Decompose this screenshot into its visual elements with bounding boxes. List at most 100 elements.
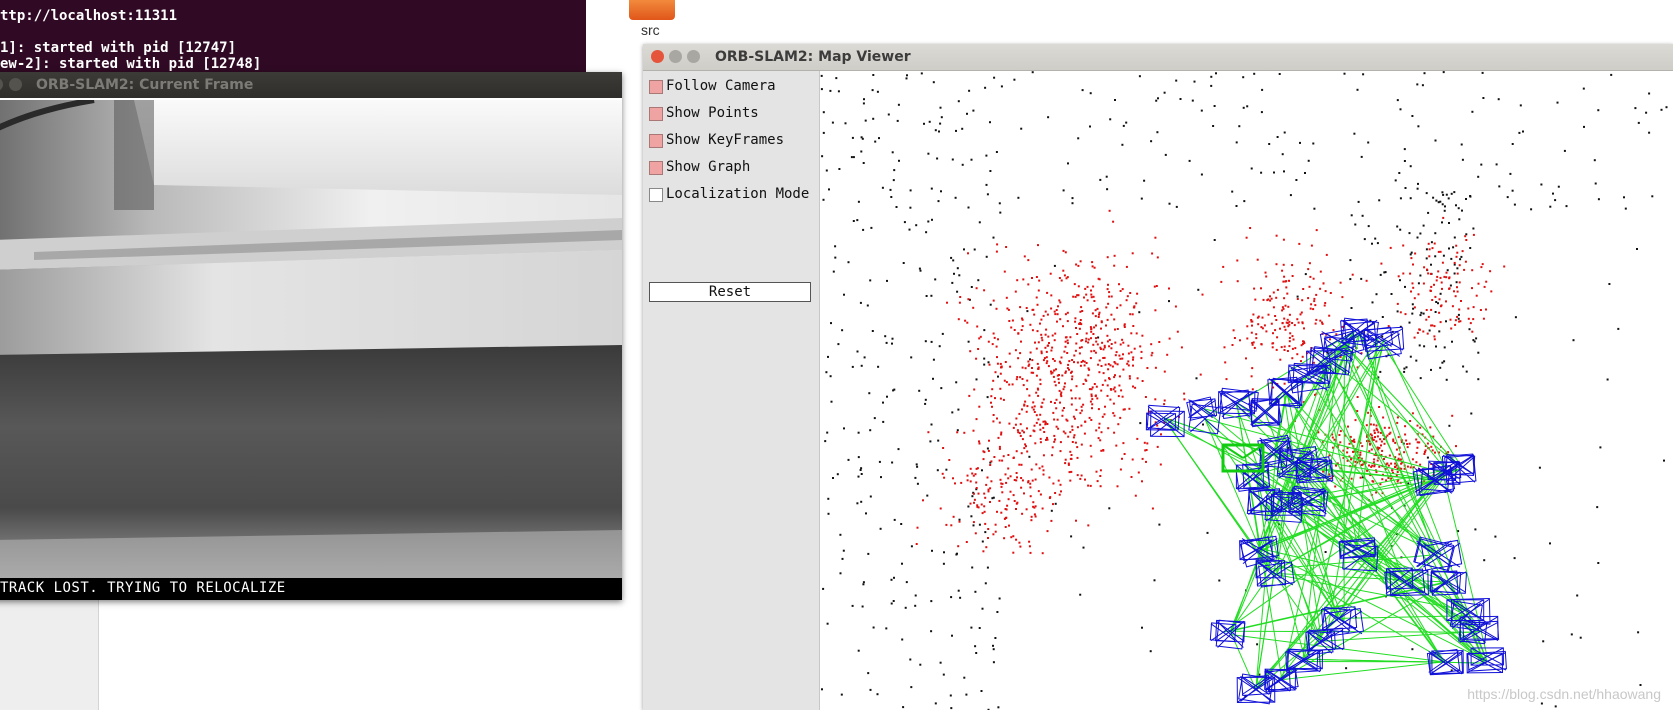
- map-point: [1498, 185, 1501, 188]
- map-point: [1048, 476, 1051, 479]
- map-point: [896, 119, 899, 122]
- map-point: [1395, 448, 1398, 451]
- map-point: [1059, 483, 1062, 486]
- map-point: [1041, 507, 1044, 510]
- map-point: [1037, 490, 1040, 493]
- map-point: [1023, 492, 1025, 495]
- map-point: [1593, 159, 1596, 162]
- reset-button[interactable]: Reset: [649, 282, 811, 302]
- map-point: [1299, 313, 1302, 316]
- map-point: [1416, 83, 1419, 86]
- map-point: [996, 510, 998, 513]
- checkbox-box[interactable]: [649, 188, 663, 202]
- map-point: [1448, 222, 1450, 224]
- map-point: [1168, 300, 1170, 303]
- graph-edge: [1382, 344, 1461, 466]
- map-point: [1442, 71, 1445, 74]
- map-point: [1450, 192, 1453, 195]
- map-point: [985, 183, 988, 186]
- map-point: [1069, 336, 1072, 339]
- map-point: [1378, 199, 1381, 202]
- folder-icon[interactable]: [629, 0, 675, 20]
- map-point: [1005, 246, 1008, 248]
- map-point: [1467, 317, 1470, 320]
- map-point: [1419, 314, 1422, 317]
- map-point: [1062, 325, 1064, 328]
- map-point: [1039, 428, 1042, 431]
- map-point: [1349, 259, 1352, 262]
- map-3d-canvas[interactable]: https://blog.csdn.net/hhaowang: [820, 71, 1673, 710]
- map-point: [852, 220, 855, 222]
- map-point: [983, 329, 986, 332]
- map-point: [1440, 281, 1443, 284]
- map-point: [1083, 364, 1086, 367]
- map-point: [1441, 203, 1444, 206]
- map-point: [1474, 528, 1477, 531]
- map-point: [1418, 441, 1421, 444]
- map-point: [872, 117, 875, 120]
- map-point: [1070, 370, 1073, 373]
- current-frame-titlebar[interactable]: ORB-SLAM2: Current Frame: [0, 72, 622, 98]
- map-point: [1403, 160, 1406, 162]
- map-point: [1530, 208, 1533, 211]
- map-point: [919, 269, 922, 272]
- checkbox-box[interactable]: [649, 107, 663, 121]
- map-point: [1140, 197, 1143, 200]
- map-point: [976, 504, 979, 507]
- map-point: [821, 155, 824, 158]
- map-point: [857, 475, 860, 478]
- map-point: [1271, 346, 1274, 349]
- map-point: [1250, 331, 1253, 334]
- map-point: [1090, 296, 1093, 299]
- close-icon[interactable]: [0, 78, 3, 91]
- map-point: [1056, 320, 1058, 323]
- folder-label[interactable]: src: [641, 22, 660, 38]
- map-point: [961, 127, 964, 130]
- map-point: [1303, 342, 1306, 345]
- map-point: [1090, 328, 1093, 331]
- map-point: [882, 420, 885, 423]
- map-point: [1062, 388, 1065, 391]
- map-point: [1262, 298, 1265, 301]
- checkbox-box[interactable]: [649, 161, 663, 175]
- map-point: [1030, 371, 1033, 374]
- map-point: [1058, 381, 1060, 384]
- map-point: [1146, 442, 1149, 445]
- checkbox-box[interactable]: [649, 134, 663, 148]
- map-point: [1394, 179, 1397, 182]
- map-point: [1461, 250, 1464, 253]
- map-point: [1242, 76, 1245, 79]
- map-point: [1057, 479, 1060, 482]
- minimize-icon[interactable]: [9, 78, 22, 91]
- map-point: [1459, 320, 1462, 323]
- map-point: [973, 498, 976, 501]
- map-point: [1511, 189, 1514, 192]
- map-point: [872, 74, 875, 76]
- map-point: [1426, 268, 1428, 271]
- close-icon[interactable]: [651, 50, 664, 63]
- map-point: [1074, 320, 1077, 323]
- map-point: [1044, 333, 1047, 336]
- map-point: [1456, 251, 1459, 254]
- map-point: [1557, 185, 1560, 188]
- map-point: [1062, 189, 1065, 192]
- map-point: [893, 169, 896, 172]
- map-point: [1055, 398, 1058, 401]
- map-point: [1431, 247, 1434, 250]
- map-point: [1007, 308, 1010, 311]
- maximize-icon[interactable]: [687, 50, 700, 63]
- minimize-icon[interactable]: [669, 50, 682, 63]
- map-point: [1050, 509, 1053, 512]
- map-point: [1098, 426, 1101, 429]
- map-point: [1460, 143, 1463, 146]
- map-point: [1109, 364, 1112, 367]
- map-point: [954, 482, 956, 485]
- map-point: [1324, 551, 1327, 553]
- map-point: [1183, 392, 1186, 395]
- map-point: [1425, 257, 1428, 260]
- map-point: [977, 506, 980, 509]
- checkbox-box[interactable]: [649, 80, 663, 94]
- map-point: [1363, 238, 1366, 241]
- map-viewer-titlebar[interactable]: ORB-SLAM2: Map Viewer: [643, 44, 1673, 71]
- map-point: [1015, 417, 1018, 420]
